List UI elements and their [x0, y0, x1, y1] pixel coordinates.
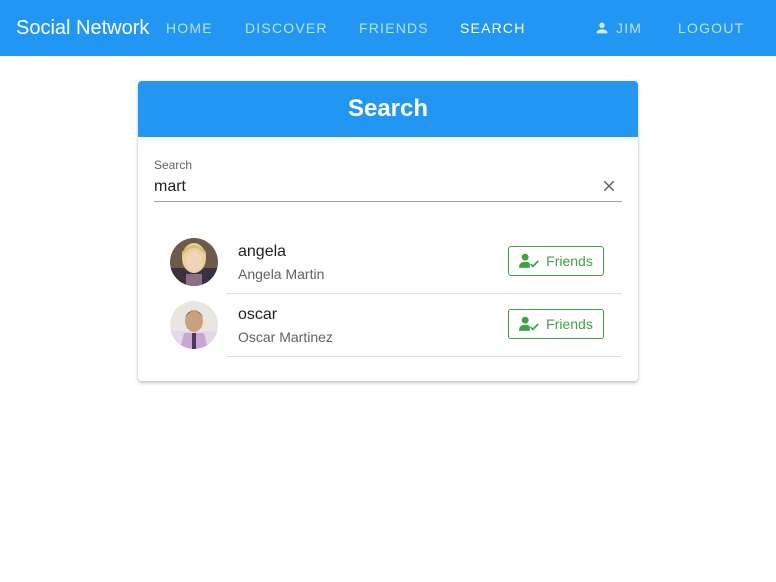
- person-check-icon: [519, 316, 539, 331]
- avatar[interactable]: [170, 301, 218, 349]
- search-field-label: Search: [154, 158, 193, 172]
- result-full-name: Angela Martin: [238, 266, 325, 282]
- nav-user-label: JIM: [616, 20, 643, 36]
- avatar-image: [170, 301, 218, 349]
- app-title: Social Network: [16, 17, 150, 39]
- list-item[interactable]: angela Angela Martin Friends: [154, 231, 622, 294]
- friends-status-label: Friends: [546, 253, 593, 269]
- avatar[interactable]: [170, 238, 218, 286]
- nav-friends[interactable]: FRIENDS: [359, 16, 429, 40]
- result-username[interactable]: angela: [238, 243, 286, 261]
- nav-search[interactable]: SEARCH: [460, 16, 526, 40]
- nav-user[interactable]: JIM: [594, 16, 642, 40]
- search-input[interactable]: [154, 176, 584, 198]
- friends-status-button[interactable]: Friends: [508, 246, 604, 276]
- friends-status-button[interactable]: Friends: [508, 309, 604, 339]
- list-divider: [226, 356, 622, 357]
- account-icon: [596, 22, 608, 34]
- nav-logout[interactable]: LOGOUT: [678, 16, 744, 40]
- result-full-name: Oscar Martinez: [238, 329, 333, 345]
- search-card: Search Search angela Angela Martin: [138, 81, 638, 381]
- app-bar: Social Network HOME DISCOVER FRIENDS SEA…: [0, 0, 776, 56]
- card-title: Search: [138, 81, 638, 137]
- clear-search-button[interactable]: [598, 175, 620, 197]
- result-username[interactable]: oscar: [238, 306, 277, 324]
- list-item[interactable]: oscar Oscar Martinez Friends: [154, 294, 622, 357]
- person-check-icon: [519, 253, 539, 268]
- avatar-image: [170, 238, 218, 286]
- nav-discover[interactable]: DISCOVER: [245, 16, 328, 40]
- close-icon: [603, 180, 615, 192]
- nav-home[interactable]: HOME: [166, 16, 213, 40]
- search-field-underline: [154, 201, 622, 202]
- friends-status-label: Friends: [546, 316, 593, 332]
